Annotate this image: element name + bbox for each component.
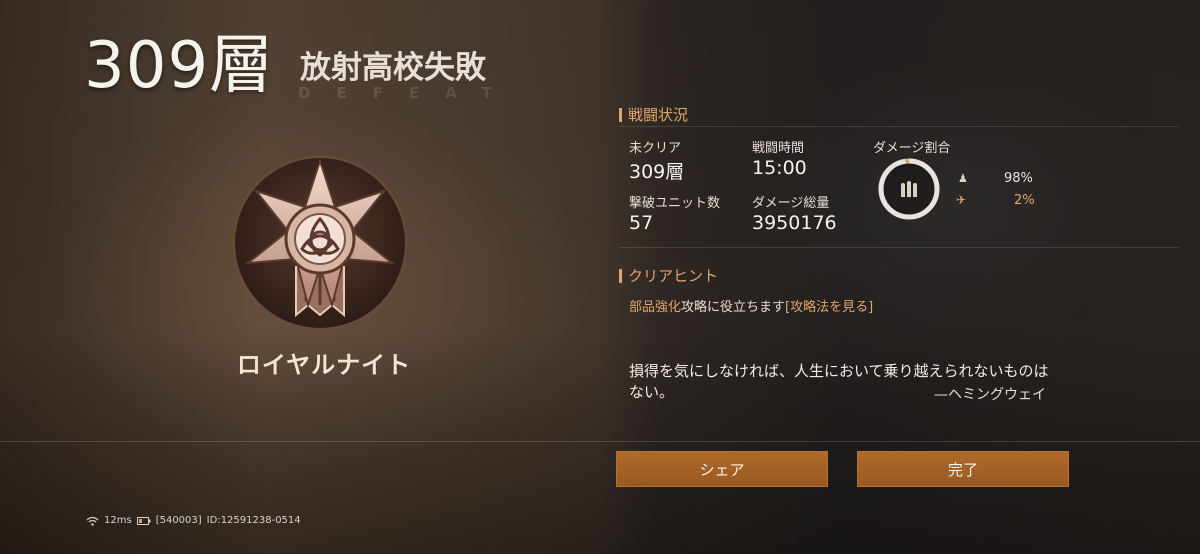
quote-author: —ヘミングウェイ xyxy=(934,387,1046,403)
battery-icon xyxy=(136,516,151,525)
done-button[interactable]: 完了 xyxy=(857,451,1069,487)
floor-title: 309層 xyxy=(84,29,275,103)
section-marker xyxy=(619,107,622,122)
battle-time-label: 戦闘時間 xyxy=(752,141,805,156)
player-icon: ♟ xyxy=(958,172,968,185)
section-divider xyxy=(619,247,1179,248)
battle-time-value: 15:00 xyxy=(752,157,807,179)
damage-total-label: ダメージ総量 xyxy=(752,196,830,211)
strategy-link[interactable]: [攻略法を見る] xyxy=(785,300,873,315)
damage-percent-player: 98% xyxy=(1004,171,1033,186)
clear-hint-heading: クリアヒント xyxy=(619,265,718,286)
damage-row-drone: ✈ xyxy=(956,193,966,208)
damage-row-player: ♟ xyxy=(958,171,968,186)
clear-hint-text: 部品強化攻略に役立ちます[攻略法を見る] xyxy=(629,296,873,315)
server-text: [540003] xyxy=(155,515,202,526)
damage-percent-drone: 2% xyxy=(1014,193,1035,208)
drone-icon: ✈ xyxy=(956,193,967,207)
rank-name: ロイヤルナイト xyxy=(236,351,412,379)
kills-label: 撃破ユニット数 xyxy=(629,196,721,211)
damage-total-value: 3950176 xyxy=(752,212,837,234)
footer-divider xyxy=(0,441,1200,442)
battle-status-title: 戦闘状況 xyxy=(628,106,689,124)
status-bar: 12ms [540003] ID:12591238-0514 xyxy=(86,515,301,526)
damage-ratio-label: ダメージ割合 xyxy=(873,141,951,156)
defeat-watermark: DEFEAT xyxy=(298,84,518,102)
ping-text: 12ms xyxy=(104,515,132,526)
battle-status-heading: 戦闘状況 xyxy=(619,104,688,125)
uncleared-value: 309層 xyxy=(629,161,685,183)
royal-knight-emblem-icon xyxy=(233,156,407,330)
wifi-icon xyxy=(86,516,99,526)
stage-subtitle: 放射高校失敗 xyxy=(300,50,486,86)
bullets-icon xyxy=(901,181,917,197)
section-marker xyxy=(619,268,622,283)
hint-highlight: 部品強化 xyxy=(629,300,682,315)
uncleared-label: 未クリア xyxy=(629,141,682,156)
clear-hint-title: クリアヒント xyxy=(628,267,719,285)
share-button[interactable]: シェア xyxy=(616,451,828,487)
title-block: 309層 放射高校失敗 DEFEAT xyxy=(84,29,492,103)
hint-body: 攻略に役立ちます xyxy=(681,300,786,315)
section-divider xyxy=(619,126,1179,127)
user-id-text: ID:12591238-0514 xyxy=(206,515,301,526)
damage-ratio-ring xyxy=(878,158,940,220)
kills-value: 57 xyxy=(629,212,654,234)
